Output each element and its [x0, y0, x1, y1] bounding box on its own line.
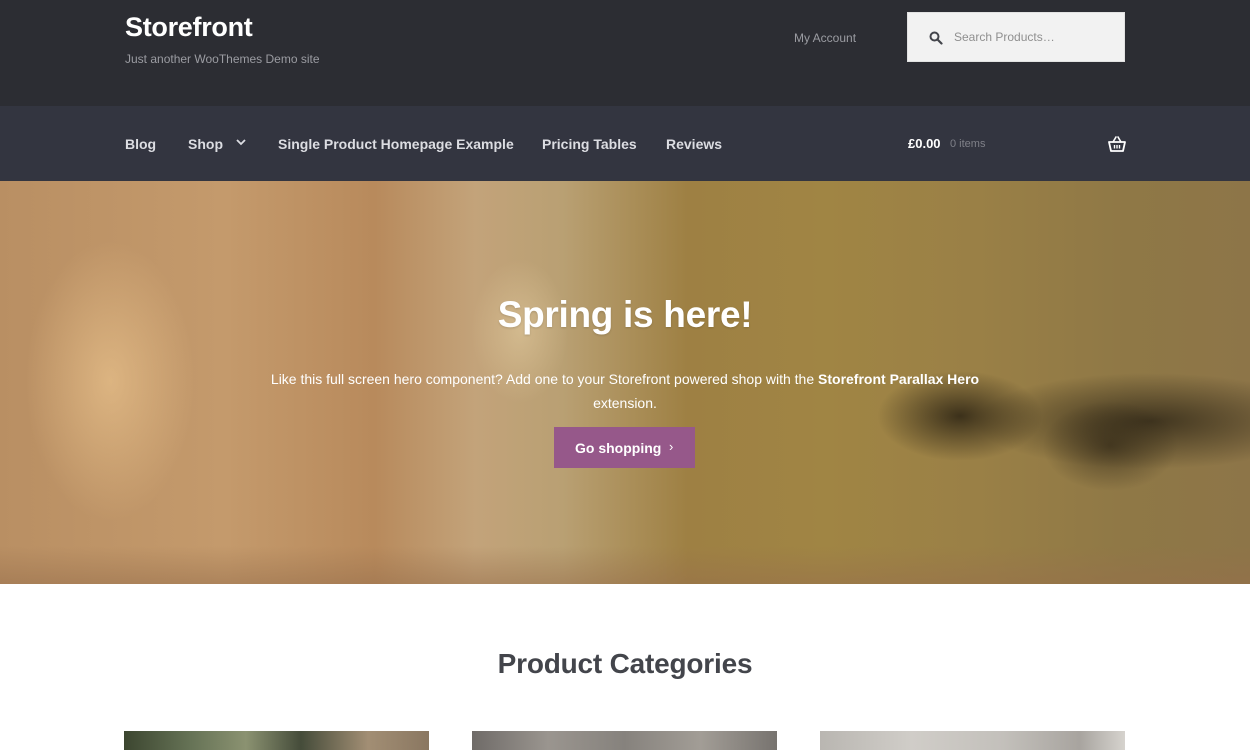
hero-background-shade — [0, 546, 1250, 584]
nav-item-blog[interactable]: Blog — [125, 136, 156, 152]
site-tagline: Just another WooThemes Demo site — [125, 52, 320, 66]
go-shopping-button[interactable]: Go shopping › — [554, 427, 695, 468]
hero-banner: Spring is here! Like this full screen he… — [0, 181, 1250, 584]
go-shopping-label: Go shopping — [575, 439, 662, 456]
section-title: Product Categories — [497, 648, 753, 679]
basket-icon[interactable] — [1108, 136, 1126, 152]
nav-item-reviews[interactable]: Reviews — [666, 136, 722, 152]
hero-text-start: Like this full screen hero component? Ad… — [270, 371, 819, 387]
my-account-link[interactable]: My Account — [794, 31, 856, 45]
hero-text-link[interactable]: Storefront Parallax Hero — [818, 371, 979, 387]
search-icon[interactable] — [929, 31, 943, 45]
cart-total[interactable]: £0.00 — [908, 136, 941, 151]
category-image[interactable] — [820, 731, 1125, 750]
search-input[interactable] — [954, 13, 1119, 61]
hero-description: Like this full screen hero component? Ad… — [255, 367, 995, 415]
category-image[interactable] — [472, 731, 777, 750]
nav-item-shop[interactable]: Shop — [188, 136, 223, 152]
hero-text-end: extension. — [593, 395, 657, 411]
product-search-form — [907, 12, 1125, 62]
primary-navigation: Blog Shop Single Product Homepage Exampl… — [0, 106, 1250, 181]
chevron-right-icon: › — [669, 439, 674, 454]
nav-item-pricing-tables[interactable]: Pricing Tables — [542, 136, 637, 152]
chevron-down-icon[interactable] — [236, 138, 246, 146]
site-title[interactable]: Storefront — [125, 12, 253, 43]
hero-title: Spring is here! — [497, 294, 753, 335]
nav-item-single-product-homepage[interactable]: Single Product Homepage Example — [278, 136, 514, 152]
category-image[interactable] — [124, 731, 429, 750]
cart-item-count[interactable]: 0 items — [950, 138, 985, 150]
